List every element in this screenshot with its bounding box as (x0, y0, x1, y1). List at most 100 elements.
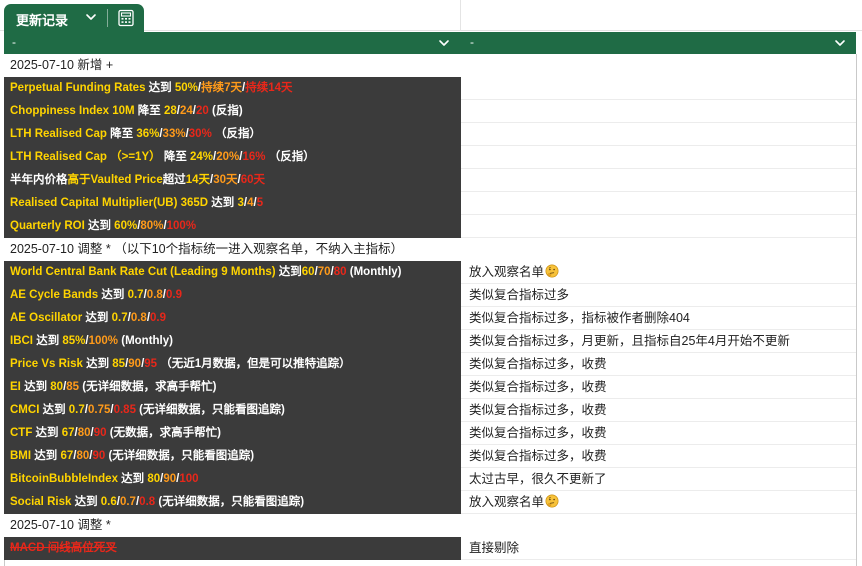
section-header-row[interactable]: 2025-07-10 调整 * (4, 514, 856, 537)
chevron-down-icon[interactable] (834, 37, 846, 49)
cell-text-segment: 50% (174, 82, 198, 94)
section-header-row[interactable]: 2025-07-10 新增 + (4, 54, 856, 77)
section-header-row[interactable]: 2025-07-10 调整 * （以下10个指标统一进入观察名单，不纳入主指标） (4, 238, 856, 261)
note-text: 类似复合指标过多，收费 (469, 357, 607, 371)
table-row[interactable]: AE Oscillator 达到 0.7/0.8/0.9 类似复合指标过多，指标被… (4, 307, 856, 330)
indicator-cell[interactable]: World Central Bank Rate Cut (Leading 9 M… (4, 261, 461, 284)
section-header-cell[interactable]: 2025-07-10 调整 * (4, 514, 856, 537)
note-text: 类似复合指标过多，收费 (469, 403, 607, 417)
indicator-cell[interactable]: Perpetual Funding Rates 达到 50%/持续7天/持续14… (4, 77, 461, 100)
cell-text-segment: 达到 (32, 427, 62, 439)
chevron-down-icon[interactable] (84, 10, 98, 24)
table-row[interactable]: World Central Bank Rate Cut (Leading 9 M… (4, 261, 856, 284)
indicator-cell[interactable]: IBCI 达到 85%/100% (Monthly) (4, 330, 461, 353)
indicator-cell[interactable]: Choppiness Index 10M 降至 28/24/20 (反指) (4, 100, 461, 123)
note-cell[interactable]: 类似复合指标过多 (462, 284, 856, 307)
table-row[interactable]: Quarterly ROI 达到 60%/80%/100% (4, 215, 856, 238)
indicator-cell[interactable]: CTF 达到 67/80/90 (无数据，求高手帮忙) (4, 422, 461, 445)
sheet-tab-title: 更新记录 (16, 13, 69, 28)
indicator-cell[interactable]: BitcoinBubbleIndex 达到 80/90/100 (4, 468, 461, 491)
sheet-tab[interactable]: 更新记录 (4, 4, 144, 32)
table-row[interactable]: EI 达到 80/85 (无详细数据，求高手帮忙) 类似复合指标过多，收费 (4, 376, 856, 399)
cell-text-segment: 5 (256, 197, 264, 209)
table-row[interactable]: IBCI 达到 85%/100% (Monthly) 类似复合指标过多，月更新，且… (4, 330, 856, 353)
note-cell[interactable] (462, 192, 856, 215)
note-text: 类似复合指标过多，收费 (469, 449, 607, 463)
table-row[interactable]: BitcoinBubbleIndex 达到 80/90/100 太过古早，很久不更… (4, 468, 856, 491)
note-cell[interactable]: 类似复合指标过多，收费 (462, 353, 856, 376)
note-cell[interactable] (462, 169, 856, 192)
table-row[interactable]: MACD 间线高位死叉 直接剔除 (4, 537, 856, 560)
indicator-cell[interactable]: EI 达到 80/85 (无详细数据，求高手帮忙) (4, 376, 461, 399)
table-row[interactable]: Choppiness Index 10M 降至 28/24/20 (反指) (4, 100, 856, 123)
note-cell[interactable]: 类似复合指标过多，收费 (462, 422, 856, 445)
note-text: 类似复合指标过多，收费 (469, 426, 607, 440)
table-row[interactable]: CTF 达到 67/80/90 (无数据，求高手帮忙) 类似复合指标过多，收费 (4, 422, 856, 445)
cell-text-segment: 85% (62, 335, 86, 347)
cell-text-segment: (Monthly) (346, 266, 402, 278)
table-row[interactable]: Realised Capital Multiplier(UB) 365D 达到 … (4, 192, 856, 215)
indicator-cell[interactable]: Quarterly ROI 达到 60%/80%/100% (4, 215, 461, 238)
indicator-cell[interactable]: AE Oscillator 达到 0.7/0.8/0.9 (4, 307, 461, 330)
cell-text-segment: 30天 (213, 174, 238, 186)
note-cell[interactable] (462, 100, 856, 123)
filter-column-b[interactable]: - (462, 32, 856, 54)
indicator-cell[interactable]: Price Vs Risk 达到 85/90/95 （无近1月数据，但是可以推特… (4, 353, 461, 376)
note-cell[interactable] (462, 215, 856, 238)
note-cell[interactable] (462, 123, 856, 146)
table-row[interactable]: Perpetual Funding Rates 达到 50%/持续7天/持续14… (4, 77, 856, 100)
indicator-cell[interactable]: 半年内价格高于Vaulted Price超过14天/30天/60天 (4, 169, 461, 192)
indicator-cell[interactable]: BMI 达到 67/80/90 (无详细数据，只能看图追踪) (4, 445, 461, 468)
indicator-cell[interactable]: LTH Realised Cap （>=1Y） 降至 24%/20%/16% （… (4, 146, 461, 169)
cell-text-segment: 0.8 (130, 312, 147, 324)
note-cell[interactable]: 类似复合指标过多，月更新，且指标自25年4月开始不更新 (462, 330, 856, 353)
cell-text-segment: 20% (216, 151, 240, 163)
note-cell[interactable] (462, 146, 856, 169)
section-header-cell[interactable]: 2025-07-10 调整 * （以下10个指标统一进入观察名单，不纳入主指标） (4, 238, 856, 261)
note-cell[interactable]: 放入观察名单 (462, 261, 856, 284)
chevron-down-icon[interactable] (438, 37, 450, 49)
cell-text-segment: 2025-07-10 调整 * (10, 518, 111, 532)
indicator-cell[interactable]: LTH Realised Cap 降至 36%/33%/30% （反指） (4, 123, 461, 146)
cell-text-segment: 80 (76, 450, 90, 462)
note-cell[interactable] (462, 77, 856, 100)
indicator-cell[interactable]: CMCI 达到 0.7/0.75/0.85 (无详细数据，只能看图追踪) (4, 399, 461, 422)
table-row[interactable]: CMCI 达到 0.7/0.75/0.85 (无详细数据，只能看图追踪) 类似复合… (4, 399, 856, 422)
note-cell[interactable]: 类似复合指标过多，收费 (462, 376, 856, 399)
note-cell[interactable]: 类似复合指标过多，指标被作者删除404 (462, 307, 856, 330)
indicator-cell[interactable]: Realised Capital Multiplier(UB) 365D 达到 … (4, 192, 461, 215)
table-row[interactable]: BMI 达到 67/80/90 (无详细数据，只能看图追踪) 类似复合指标过多，收… (4, 445, 856, 468)
cell-text-segment: EI (10, 381, 21, 393)
cell-text-segment: 超过 (162, 174, 186, 186)
cell-text-segment: 95 (144, 358, 158, 370)
indicator-cell[interactable]: Social Risk 达到 0.6/0.7/0.8 (无详细数据，只能看图追踪… (4, 491, 461, 514)
cell-text-segment: 33% (162, 128, 186, 140)
section-header-cell[interactable]: 2025-07-10 新增 + (4, 54, 856, 77)
note-cell[interactable]: 类似复合指标过多，收费 (462, 445, 856, 468)
cell-text-segment: CMCI (10, 404, 40, 416)
indicator-cell[interactable]: MACD 间线高位死叉 (4, 537, 461, 560)
note-cell[interactable]: 放入观察名单 (462, 491, 856, 514)
indicator-cell[interactable]: AE Cycle Bands 达到 0.7/0.8/0.9 (4, 284, 461, 307)
cell-text-segment: 达到 (33, 335, 63, 347)
table-row[interactable]: Social Risk 达到 0.6/0.7/0.8 (无详细数据，只能看图追踪… (4, 491, 856, 514)
cell-text-segment: 持续7天 (201, 82, 242, 94)
table-row[interactable]: Price Vs Risk 达到 85/90/95 （无近1月数据，但是可以推特… (4, 353, 856, 376)
table-row[interactable]: LTH Realised Cap 降至 36%/33%/30% （反指） (4, 123, 856, 146)
table-row[interactable]: 半年内价格高于Vaulted Price超过14天/30天/60天 (4, 169, 856, 192)
note-cell[interactable]: 直接剔除 (462, 537, 856, 560)
table-row[interactable]: LTH Realised Cap （>=1Y） 降至 24%/20%/16% （… (4, 146, 856, 169)
filter-column-a[interactable]: - (4, 32, 461, 54)
cell-text-segment: 0.9 (166, 289, 182, 301)
table-row[interactable]: AE Cycle Bands 达到 0.7/0.8/0.9 类似复合指标过多 (4, 284, 856, 307)
cell-text-segment: BMI (10, 450, 32, 462)
cell-text-segment: 100% (166, 220, 197, 232)
cell-text-segment: 达到 (275, 266, 302, 278)
note-cell[interactable]: 类似复合指标过多，收费 (462, 399, 856, 422)
cell-text-segment: 0.85 (113, 404, 136, 416)
cell-text-segment: Choppiness Index 10M (10, 105, 135, 117)
note-cell[interactable]: 太过古早，很久不更新了 (462, 468, 856, 491)
cell-text-segment: 0.8 (139, 496, 156, 508)
calculator-icon[interactable] (117, 9, 135, 27)
grid-line (460, 0, 461, 31)
